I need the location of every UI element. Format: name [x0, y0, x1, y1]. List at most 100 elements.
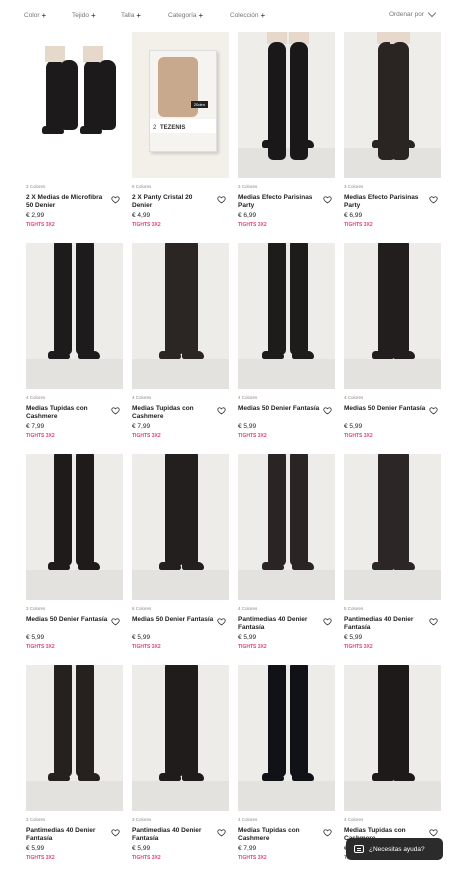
product-name[interactable]: Pantimedias 40 Denier Fantasía	[132, 827, 214, 843]
product-name[interactable]: Medias 50 Denier Fantasía	[132, 616, 214, 624]
product-name[interactable]: Medias Tupidas con Cashmere	[26, 405, 108, 421]
plus-icon: +	[41, 10, 47, 20]
product-image[interactable]	[132, 454, 229, 600]
promo-badge: TIGHTS 3X2	[238, 855, 267, 861]
product-image[interactable]	[238, 454, 335, 600]
product-card[interactable]: 4 Colores Medias Tupidas con Cashmere € 7,…	[132, 243, 229, 454]
product-image[interactable]	[238, 243, 335, 389]
product-price: € 5,99	[238, 423, 257, 430]
product-card[interactable]: 4 Colores Medias 50 Denier Fantasía € 5,99…	[238, 243, 335, 454]
sort-dropdown[interactable]: Ordenar por	[389, 8, 437, 18]
product-image[interactable]	[344, 665, 441, 811]
chat-label: ¿Necesitas ayuda?	[369, 845, 425, 853]
product-image[interactable]	[26, 665, 123, 811]
filter-talla[interactable]: Talla +	[121, 11, 141, 19]
product-image[interactable]	[132, 665, 229, 811]
chat-icon	[354, 845, 364, 853]
plus-icon: +	[90, 10, 96, 20]
filter-color[interactable]: Color +	[24, 10, 47, 20]
promo-badge: TIGHTS 3X2	[132, 222, 161, 228]
product-image[interactable]	[26, 32, 123, 178]
promo-badge: TIGHTS 3X2	[238, 222, 267, 228]
product-price: € 5,99	[132, 845, 151, 852]
product-card[interactable]: 3 Colores 2 X Medias de Microfibra 50 Den…	[26, 32, 123, 243]
product-name[interactable]: Medias 50 Denier Fantasía	[238, 405, 320, 413]
product-price: € 5,99	[344, 423, 363, 430]
product-name[interactable]: Medias 50 Denier Fantasía	[26, 616, 108, 624]
product-price: € 2,99	[26, 212, 45, 219]
product-card[interactable]: 3 Colores Pantimedias 40 Denier Fantasía €…	[132, 665, 229, 876]
colors-count: 4 Colores	[238, 817, 258, 822]
product-name[interactable]: Medias Tupidas con Cashmere	[132, 405, 214, 421]
filter-categoria[interactable]: Categoría +	[168, 10, 204, 20]
wishlist-heart-icon[interactable]	[429, 828, 438, 837]
product-card[interactable]: 4 Colores Pantimedias 40 Denier Fantasía €…	[238, 454, 335, 665]
product-name[interactable]: Medias Efecto Parisinas Party	[238, 194, 320, 210]
wishlist-heart-icon[interactable]	[111, 406, 120, 415]
wishlist-heart-icon[interactable]	[111, 828, 120, 837]
wishlist-heart-icon[interactable]	[217, 617, 226, 626]
product-card[interactable]: 3 Colores Medias Efecto Parisinas Party € …	[238, 32, 335, 243]
plus-icon: +	[198, 10, 204, 20]
product-image[interactable]	[238, 32, 335, 178]
wishlist-heart-icon[interactable]	[217, 406, 226, 415]
help-chat-button[interactable]: ¿Necesitas ayuda?	[346, 838, 443, 860]
product-name[interactable]: Medias Tupidas con Cashmere	[238, 827, 320, 843]
product-image[interactable]	[238, 665, 335, 811]
colors-count: 3 Colores	[344, 184, 364, 189]
product-price: € 5,99	[238, 634, 257, 641]
product-card[interactable]: 5 Colores Pantimedias 40 Denier Fantasía €…	[344, 454, 441, 665]
wishlist-heart-icon[interactable]	[323, 195, 332, 204]
product-name[interactable]: Pantimedias 40 Denier Fantasía	[238, 616, 320, 632]
colors-count: 4 Colores	[344, 395, 364, 400]
product-image[interactable]: 20den 2 TEZENIS	[132, 32, 229, 178]
colors-count: 4 Colores	[132, 395, 152, 400]
colors-count: 4 Colores	[344, 817, 364, 822]
product-card[interactable]: 4 Colores Medias Tupidas con Cashmere € 7,…	[26, 243, 123, 454]
promo-badge: TIGHTS 3X2	[238, 644, 267, 650]
product-price: € 6,99	[344, 212, 363, 219]
wishlist-heart-icon[interactable]	[111, 195, 120, 204]
product-name[interactable]: Pantimedias 40 Denier Fantasía	[26, 827, 108, 843]
product-image[interactable]	[26, 454, 123, 600]
wishlist-heart-icon[interactable]	[323, 406, 332, 415]
product-image[interactable]	[344, 32, 441, 178]
colors-count: 4 Colores	[238, 606, 258, 611]
product-image[interactable]	[344, 243, 441, 389]
product-name[interactable]: 2 X Medias de Microfibra 50 Denier	[26, 194, 108, 210]
wishlist-heart-icon[interactable]	[429, 617, 438, 626]
product-card[interactable]: 4 Colores Medias Tupidas con Cashmere € 7,…	[238, 665, 335, 876]
wishlist-heart-icon[interactable]	[217, 195, 226, 204]
filter-coleccion[interactable]: Colección +	[230, 11, 265, 19]
filter-tejido[interactable]: Tejido +	[72, 10, 96, 20]
product-card[interactable]: 4 Colores Medias 50 Denier Fantasía € 5,99…	[344, 243, 441, 454]
product-price: € 6,99	[238, 212, 257, 219]
product-name[interactable]: 2 X Panty Cristal 20 Denier	[132, 194, 214, 210]
product-card[interactable]: 6 Colores Medias 50 Denier Fantasía € 5,99…	[132, 454, 229, 665]
promo-badge: TIGHTS 3X2	[26, 433, 55, 439]
wishlist-heart-icon[interactable]	[217, 828, 226, 837]
product-card[interactable]: 3 Colores Pantimedias 40 Denier Fantasía €…	[26, 665, 123, 876]
product-name[interactable]: Medias 50 Denier Fantasía	[344, 405, 426, 413]
product-card[interactable]: 3 Colores Medias 50 Denier Fantasía € 5,99…	[26, 454, 123, 665]
colors-count: 3 Colores	[132, 817, 152, 822]
product-image[interactable]	[132, 243, 229, 389]
wishlist-heart-icon[interactable]	[429, 195, 438, 204]
product-image[interactable]	[26, 243, 123, 389]
wishlist-heart-icon[interactable]	[111, 617, 120, 626]
promo-badge: TIGHTS 3X2	[344, 433, 373, 439]
colors-count: 3 Colores	[26, 606, 46, 611]
product-name[interactable]: Pantimedias 40 Denier Fantasía	[344, 616, 426, 632]
colors-count: 3 Colores	[26, 184, 46, 189]
product-price: € 4,99	[132, 212, 151, 219]
wishlist-heart-icon[interactable]	[429, 406, 438, 415]
product-card[interactable]: 3 Colores Medias Efecto Parisinas Party € …	[344, 32, 441, 243]
wishlist-heart-icon[interactable]	[323, 828, 332, 837]
colors-count: 6 Colores	[132, 184, 152, 189]
wishlist-heart-icon[interactable]	[323, 617, 332, 626]
product-image[interactable]	[344, 454, 441, 600]
product-name[interactable]: Medias Efecto Parisinas Party	[344, 194, 426, 210]
colors-count: 4 Colores	[26, 395, 46, 400]
colors-count: 3 Colores	[238, 184, 258, 189]
product-card[interactable]: 20den 2 TEZENIS 6 Colores 2 X Panty Cristal …	[132, 32, 229, 243]
